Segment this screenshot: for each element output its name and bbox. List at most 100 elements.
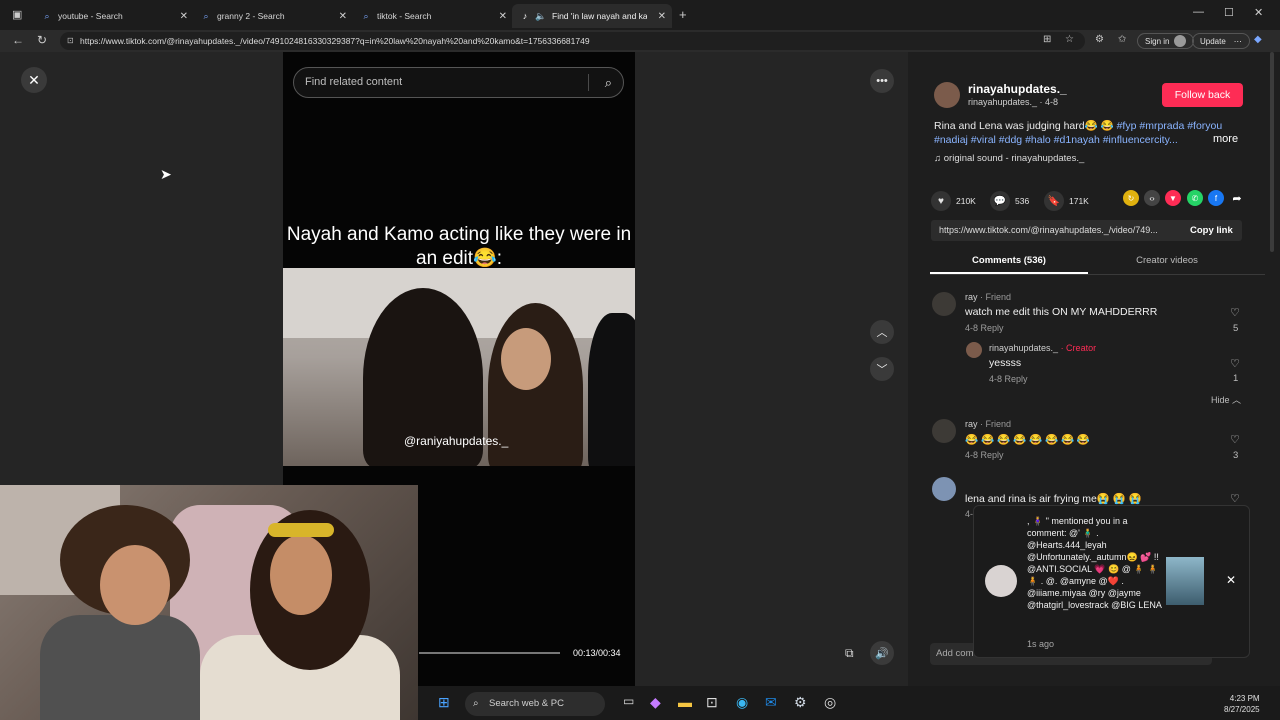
comment-meta[interactable]: 4- bbox=[965, 509, 973, 519]
speaker-icon[interactable]: 🔈 bbox=[535, 11, 546, 21]
like-button[interactable]: ♥ 210K bbox=[931, 191, 976, 211]
close-icon[interactable]: ✕ bbox=[339, 11, 347, 22]
next-video-button[interactable]: ﹀ bbox=[870, 357, 894, 381]
panel-scrollbar[interactable] bbox=[1270, 52, 1274, 252]
commenter-avatar[interactable] bbox=[932, 477, 956, 501]
steam-icon[interactable]: ⚙ bbox=[794, 694, 807, 711]
refresh-icon[interactable]: ↻ bbox=[37, 33, 47, 47]
webcam-overlay bbox=[0, 485, 418, 720]
comment-author[interactable]: ray · Friend bbox=[965, 419, 1011, 429]
taskbar-search-input[interactable]: ⌕ Search web & PC bbox=[465, 692, 605, 716]
comment-like-icon[interactable]: ♡ bbox=[1230, 433, 1240, 446]
close-video-button[interactable]: ✕ bbox=[21, 67, 47, 93]
close-icon[interactable]: ✕ bbox=[180, 11, 188, 22]
copy-link-button[interactable]: Copy link bbox=[1190, 220, 1233, 241]
author-username[interactable]: rinayahupdates._ bbox=[968, 82, 1067, 96]
hashtags[interactable]: #fyp #mrprada #foryou bbox=[1117, 120, 1223, 132]
app-available-icon[interactable]: ⊞ bbox=[1043, 34, 1051, 45]
comment-like-icon[interactable]: ♡ bbox=[1230, 306, 1240, 319]
comment-author[interactable]: ray · Friend bbox=[965, 292, 1011, 302]
whatsapp-icon[interactable]: ✆ bbox=[1187, 190, 1203, 206]
search-icon[interactable]: ⌕ bbox=[605, 68, 612, 97]
back-icon[interactable]: ← bbox=[12, 33, 24, 47]
commenter-avatar[interactable] bbox=[932, 419, 956, 443]
video-progress-bar[interactable] bbox=[419, 652, 560, 654]
comment-meta[interactable]: 4-8 Reply bbox=[989, 374, 1028, 384]
search-icon: ⌕ bbox=[203, 10, 209, 21]
maximize-icon[interactable]: ☐ bbox=[1224, 6, 1234, 19]
tab-actions-icon[interactable]: ▣ bbox=[12, 8, 22, 21]
comment-author[interactable]: rinayahupdates._ · Creator bbox=[989, 343, 1096, 353]
author-avatar[interactable] bbox=[934, 82, 960, 108]
new-tab-icon[interactable]: + bbox=[679, 7, 687, 22]
like-count: 210K bbox=[956, 196, 976, 206]
sound-link[interactable]: ♫ original sound - rinayahupdates._ bbox=[934, 153, 1084, 164]
tab-divider bbox=[930, 274, 1265, 275]
update-label: Update bbox=[1200, 36, 1226, 46]
task-view-icon[interactable]: ▭ bbox=[623, 694, 634, 708]
comment-meta[interactable]: 4-8 Reply bbox=[965, 450, 1004, 460]
favorites-icon[interactable]: ✩ bbox=[1118, 34, 1126, 45]
commenter-avatar[interactable] bbox=[966, 342, 982, 358]
hashtags[interactable]: #nadiaj #viral #ddg #halo #d1nayah #infl… bbox=[934, 133, 1204, 147]
floating-player-icon[interactable]: ⧉ bbox=[845, 646, 854, 661]
send-icon[interactable]: ▼ bbox=[1165, 190, 1181, 206]
extensions-icon[interactable]: ⚙ bbox=[1095, 34, 1104, 45]
save-button[interactable]: 🔖 171K bbox=[1044, 191, 1089, 211]
sign-in-button[interactable]: Sign in bbox=[1137, 33, 1195, 49]
more-options-button[interactable]: ••• bbox=[870, 69, 894, 93]
tab-title: youtube - Search bbox=[58, 11, 123, 21]
related-content-search-input[interactable]: Find related content ⌕ bbox=[293, 67, 624, 98]
copilot-icon[interactable]: ◆ bbox=[1254, 34, 1262, 45]
update-button[interactable]: Update ⋯ bbox=[1192, 33, 1250, 49]
close-icon[interactable]: ✕ bbox=[658, 11, 666, 22]
comment-text: 😂 😂 😂 😂 😂 😂 😂 😂 bbox=[965, 434, 1091, 446]
tab-tiktok-search[interactable]: ⌕ tiktok - Search ✕ bbox=[353, 4, 513, 28]
comment-button[interactable]: 💬 536 bbox=[990, 191, 1029, 211]
post-description: Rina and Lena was judging hard😂 😂 #fyp #… bbox=[934, 119, 1246, 151]
outlook-icon[interactable]: ✉ bbox=[765, 694, 777, 711]
more-link[interactable]: more bbox=[1213, 133, 1238, 145]
store-icon[interactable]: ⊡ bbox=[706, 694, 718, 711]
close-icon[interactable]: ✕ bbox=[1226, 573, 1236, 587]
windows-start-icon[interactable]: ⊞ bbox=[438, 694, 450, 711]
comment-like-icon[interactable]: ♡ bbox=[1230, 357, 1240, 370]
comment-text: yessss bbox=[989, 357, 1022, 369]
file-explorer-icon[interactable]: ▬ bbox=[678, 694, 692, 710]
comment-count: 536 bbox=[1015, 196, 1030, 206]
comment-meta[interactable]: 4-8 Reply bbox=[965, 323, 1004, 333]
tab-comments[interactable]: Comments (536) bbox=[930, 255, 1088, 266]
tab-tiktok-video[interactable]: ♪ 🔈 Find 'in law nayah and kamo ✕ bbox=[512, 4, 672, 28]
tab-creator-videos[interactable]: Creator videos bbox=[1090, 255, 1244, 266]
taskbar-search-placeholder: Search web & PC bbox=[489, 698, 564, 709]
copilot-app-icon[interactable]: ◆ bbox=[650, 694, 661, 711]
favorite-star-icon[interactable]: ☆ bbox=[1065, 34, 1074, 45]
search-icon: ⌕ bbox=[44, 10, 50, 21]
tab-granny-search[interactable]: ⌕ granny 2 - Search ✕ bbox=[193, 4, 353, 28]
embed-icon[interactable]: ‹› bbox=[1144, 190, 1160, 206]
minimize-icon[interactable]: — bbox=[1193, 6, 1204, 18]
close-icon[interactable]: ✕ bbox=[499, 11, 507, 22]
close-window-icon[interactable]: ✕ bbox=[1254, 6, 1263, 19]
repost-icon[interactable]: ↻ bbox=[1123, 190, 1139, 206]
url-bar[interactable]: ⊡ https://www.tiktok.com/@rinayahupdates… bbox=[60, 32, 1085, 50]
browser-tab-bar: ▣ ⌕ youtube - Search ✕ ⌕ granny 2 - Sear… bbox=[0, 0, 1280, 30]
facebook-icon[interactable]: f bbox=[1208, 190, 1224, 206]
webcam-person-left-body bbox=[40, 615, 200, 720]
previous-video-button[interactable]: ︿ bbox=[870, 320, 894, 344]
follow-back-button[interactable]: Follow back bbox=[1162, 83, 1243, 107]
obs-icon[interactable]: ◎ bbox=[824, 694, 836, 711]
search-placeholder: Find related content bbox=[305, 76, 403, 88]
system-clock[interactable]: 4:23 PM 8/27/2025 bbox=[1224, 693, 1260, 715]
edge-icon[interactable]: ◉ bbox=[736, 694, 748, 711]
hide-replies-button[interactable]: Hide ︿ bbox=[1211, 393, 1241, 406]
volume-button[interactable]: 🔊 bbox=[870, 641, 894, 665]
commenter-avatar[interactable] bbox=[932, 292, 956, 316]
comment-like-icon[interactable]: ♡ bbox=[1230, 492, 1240, 505]
share-icon[interactable]: ➦ bbox=[1229, 190, 1245, 206]
clock-date: 8/27/2025 bbox=[1224, 705, 1260, 714]
notification-avatar bbox=[985, 565, 1017, 597]
notification-thumbnail[interactable] bbox=[1166, 557, 1204, 605]
site-info-icon[interactable]: ⊡ bbox=[67, 32, 74, 50]
tab-youtube-search[interactable]: ⌕ youtube - Search ✕ bbox=[34, 4, 194, 28]
